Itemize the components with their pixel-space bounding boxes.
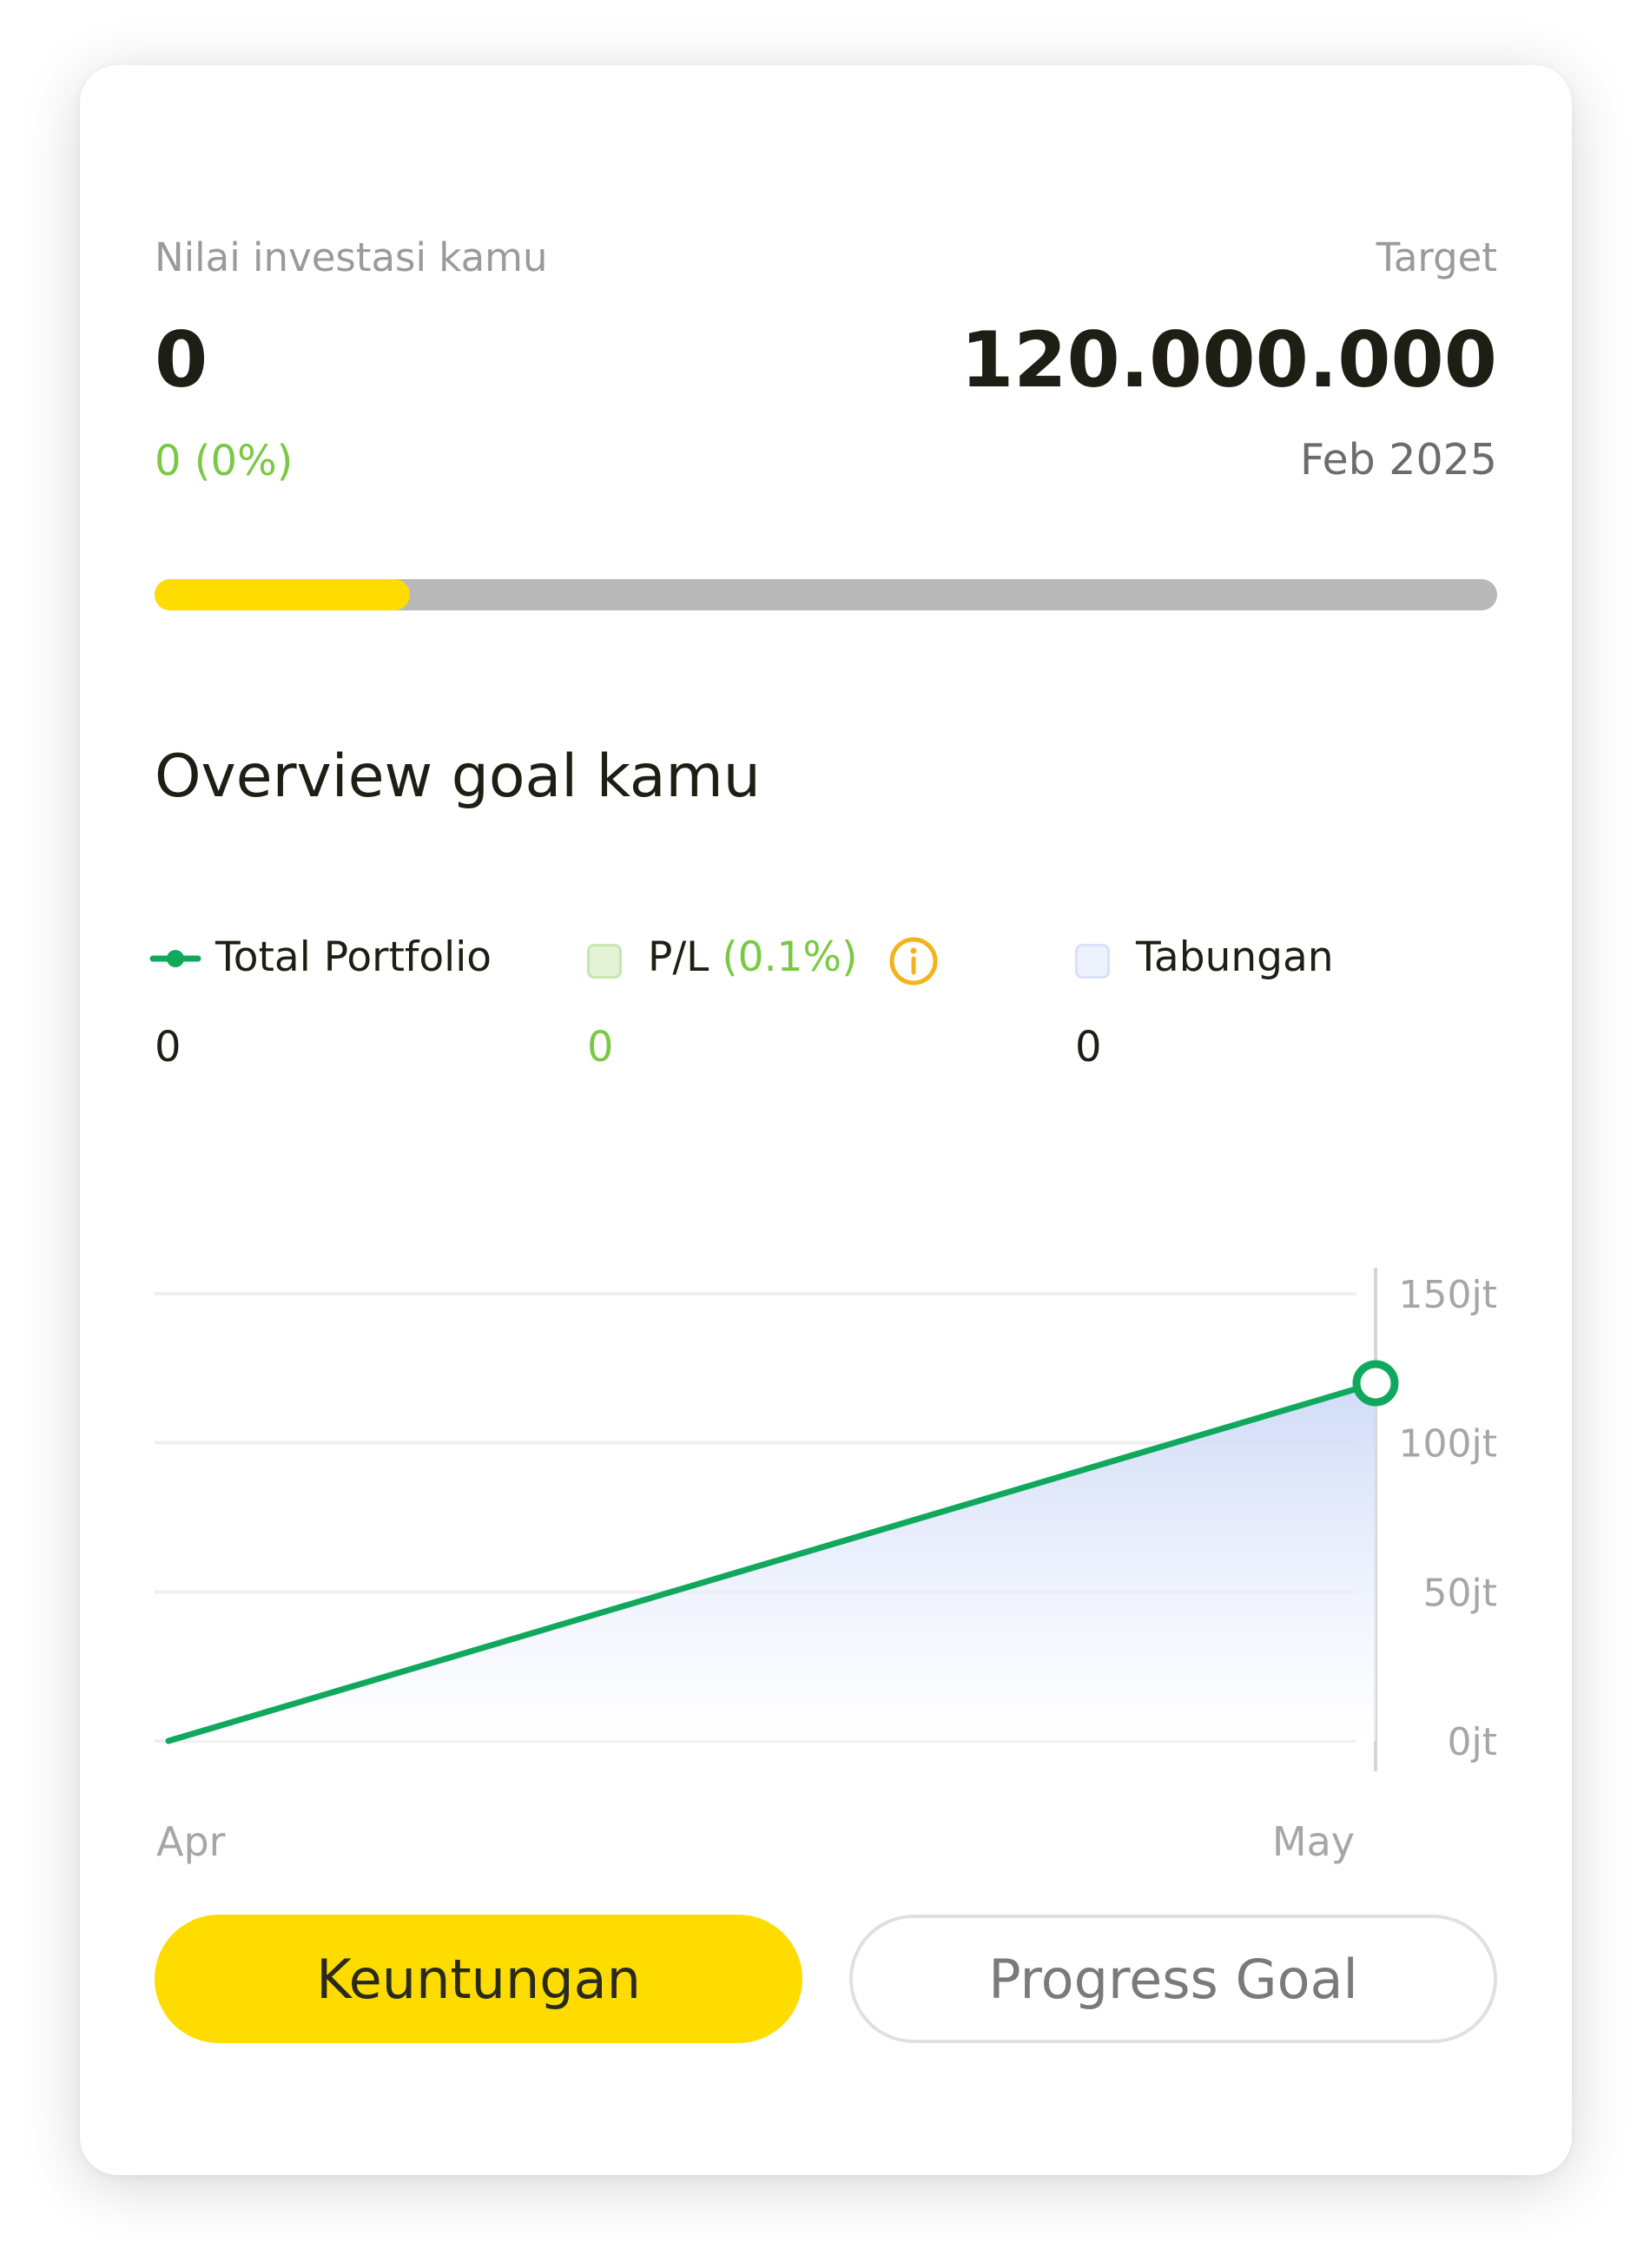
investment-label: Nilai investasi kamu xyxy=(155,234,548,280)
legend-pl-value: 0 xyxy=(587,1023,614,1071)
target-label: Target xyxy=(1376,234,1497,280)
y-tick-label: 0jt xyxy=(1448,1720,1497,1764)
legend-pl-percent: (0.1%) xyxy=(722,933,858,981)
investment-change: 0 (0%) xyxy=(155,437,294,485)
goal-card: Nilai investasi kamu Target 0 120.000.00… xyxy=(80,65,1572,2175)
x-tick-label: Apr xyxy=(156,1818,226,1865)
y-tick-label: 150jt xyxy=(1399,1273,1497,1317)
legend-total-portfolio-value: 0 xyxy=(155,1023,182,1071)
legend-tabungan-label: Tabungan xyxy=(1136,933,1334,981)
target-date: Feb 2025 xyxy=(1299,435,1497,485)
line-dot-icon xyxy=(149,950,201,967)
series-point xyxy=(1352,1360,1399,1407)
legend-tabungan-value: 0 xyxy=(1075,1023,1102,1071)
target-value: 120.000.000 xyxy=(960,315,1497,405)
goal-progress-bar xyxy=(155,579,1497,610)
y-tick-label: 100jt xyxy=(1399,1422,1497,1467)
x-tick-label: May xyxy=(1272,1818,1355,1865)
info-icon[interactable] xyxy=(888,935,940,987)
tabungan-swatch-icon xyxy=(1075,944,1110,979)
y-tick-label: 50jt xyxy=(1423,1571,1497,1615)
legend-total-portfolio-label: Total Portfolio xyxy=(215,933,492,981)
pl-swatch-icon xyxy=(587,944,622,979)
investment-value: 0 xyxy=(155,315,208,405)
legend-pl-label: P/L (0.1%) xyxy=(648,933,857,981)
progress-goal-button[interactable]: Progress Goal xyxy=(849,1915,1497,2043)
legend-pl-text: P/L xyxy=(648,933,710,981)
overview-title: Overview goal kamu xyxy=(155,742,761,811)
keuntungan-button[interactable]: Keuntungan xyxy=(155,1915,802,2043)
goal-progress-fill xyxy=(155,579,410,610)
